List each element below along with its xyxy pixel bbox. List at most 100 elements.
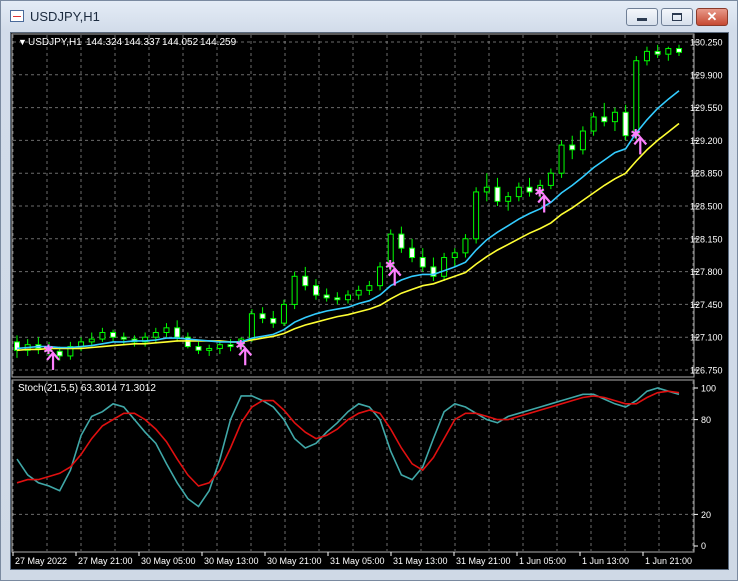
signal-star-icon: ✱	[235, 338, 246, 353]
chart-svg[interactable]: ✱ ✱ ✱ ✱ ✱ ▼ USDJPY,H1 144.324 144.337 144.05…	[11, 33, 728, 569]
chart-header-symbol: USDJPY,H1	[28, 37, 82, 48]
stoch-tick-label: 20	[701, 510, 711, 520]
candle-body-bear	[622, 111, 629, 137]
price-axis: 130.250 129.900 129.550 129.200 128.850 128.5…	[690, 38, 723, 376]
candle-body-bear	[398, 233, 405, 249]
maximize-button[interactable]	[661, 8, 693, 26]
candle-body-bear	[654, 50, 661, 55]
time-tick-label: 1 Jun 13:00	[582, 556, 629, 566]
candle-body-bear	[56, 350, 63, 357]
chart-header-close: 144.259	[200, 37, 237, 48]
chart-header-low: 144.052	[162, 37, 199, 48]
candle-body-bull	[163, 327, 170, 334]
candle-body-bull	[633, 60, 640, 137]
candle-body-bull	[88, 338, 95, 343]
candle-body-bull	[473, 191, 480, 240]
time-tick-label: 27 May 21:00	[78, 556, 133, 566]
stoch-header: Stoch(21,5,5) 63.3014 71.3012	[18, 383, 156, 394]
candle-body-bear	[419, 257, 426, 268]
time-tick-label: 1 Jun 21:00	[645, 556, 692, 566]
time-tick-label: 27 May 2022	[15, 556, 67, 566]
candle-body-bull	[590, 116, 597, 132]
chart-grid	[12, 35, 694, 551]
signal-star-icon: ✱	[385, 259, 396, 274]
time-tick-label: 1 Jun 05:00	[519, 556, 566, 566]
candle-body-bear	[526, 186, 533, 193]
window-title: USDJPY,H1	[30, 9, 100, 24]
price-tick-label: 129.550	[690, 103, 723, 113]
stoch-tick-label: 100	[701, 384, 716, 394]
time-tick-label: 31 May 21:00	[456, 556, 511, 566]
time-tick-label: 30 May 21:00	[267, 556, 322, 566]
price-tick-label: 129.900	[690, 70, 723, 80]
candle-body-bull	[547, 172, 554, 186]
stoch-main-line	[16, 387, 680, 508]
candle-body-bull	[462, 238, 469, 254]
time-axis: 27 May 2022 27 May 21:00 30 May 05:00 30 Ma…	[12, 552, 692, 566]
candle-body-bull	[99, 332, 106, 340]
candle-body-bear	[270, 317, 277, 324]
candle-body-bull	[355, 289, 362, 296]
stoch-tick-label: 0	[701, 541, 706, 551]
price-tick-label: 126.750	[690, 366, 723, 376]
candle-body-bull	[665, 48, 672, 55]
signal-star-icon: ✱	[630, 127, 641, 142]
candle-body-bull	[366, 285, 373, 291]
candle-body-bear	[323, 294, 330, 299]
candle-body-bear	[174, 327, 181, 338]
candle-body-bull	[483, 186, 490, 193]
candle-body-bull	[280, 303, 287, 324]
candle-body-bull	[558, 144, 565, 174]
header-dropdown-arrow[interactable]: ▼	[18, 37, 27, 47]
chart-header-open: 144.324	[86, 37, 123, 48]
title-bar[interactable]: USDJPY,H1 ✕	[1, 1, 737, 31]
candle-body-bull	[643, 50, 650, 62]
price-tick-label: 128.150	[690, 234, 723, 244]
candle-body-bear	[334, 297, 341, 301]
candle-body-bull	[441, 257, 448, 277]
stoch-tick-label: 80	[701, 415, 711, 425]
candle-body-bull	[611, 111, 618, 123]
candle-body-bull	[216, 344, 223, 349]
candle-body-bull	[579, 130, 586, 151]
close-icon: ✕	[706, 9, 718, 24]
price-tick-label: 130.250	[690, 38, 723, 48]
candle-body-bull	[515, 186, 522, 198]
candle-body-bear	[110, 332, 117, 338]
close-button[interactable]: ✕	[696, 8, 728, 26]
candle-body-bull	[451, 252, 458, 259]
chart-window: USDJPY,H1 ✕ ✱ ✱ ✱ ✱ ✱ ▼ USDJPY,H1 144.324 14…	[0, 0, 738, 581]
stoch-axis: 100 80 20 0	[694, 384, 716, 551]
candle-body-bear	[259, 313, 266, 319]
candle-body-bear	[312, 285, 319, 296]
price-tick-label: 127.450	[690, 300, 723, 310]
candle-body-bear	[494, 186, 501, 202]
candle-body-bull	[291, 275, 298, 305]
candle-body-bear	[227, 344, 234, 348]
price-tick-label: 129.200	[690, 136, 723, 146]
signal-markers: ✱ ✱ ✱ ✱ ✱	[43, 127, 648, 370]
price-tick-label: 128.500	[690, 202, 723, 212]
candle-body-bull	[248, 313, 255, 340]
candle-body-bull	[152, 332, 159, 338]
time-tick-label: 31 May 05:00	[330, 556, 385, 566]
candle-body-bear	[569, 144, 576, 151]
ma-fast-line	[16, 90, 680, 350]
candle-body-bear	[120, 336, 127, 340]
time-tick-label: 30 May 05:00	[141, 556, 196, 566]
candle-body-bear	[302, 275, 309, 287]
minimize-icon	[637, 18, 647, 21]
chart-header-high: 144.337	[124, 37, 161, 48]
minimize-button[interactable]	[626, 8, 658, 26]
candle-body-bear	[409, 247, 416, 259]
candle-body-bull	[206, 347, 213, 351]
signal-star-icon: ✱	[534, 186, 545, 201]
price-tick-label: 128.850	[690, 169, 723, 179]
time-tick-label: 30 May 13:00	[204, 556, 259, 566]
ma-slow-line	[16, 122, 680, 352]
price-tick-label: 127.800	[690, 267, 723, 277]
candle-body-bear	[676, 48, 682, 53]
candle-body-bull	[377, 266, 384, 287]
candle-body-bear	[195, 346, 202, 351]
chart-area[interactable]: ✱ ✱ ✱ ✱ ✱ ▼ USDJPY,H1 144.324 144.337 144.05…	[10, 32, 729, 570]
